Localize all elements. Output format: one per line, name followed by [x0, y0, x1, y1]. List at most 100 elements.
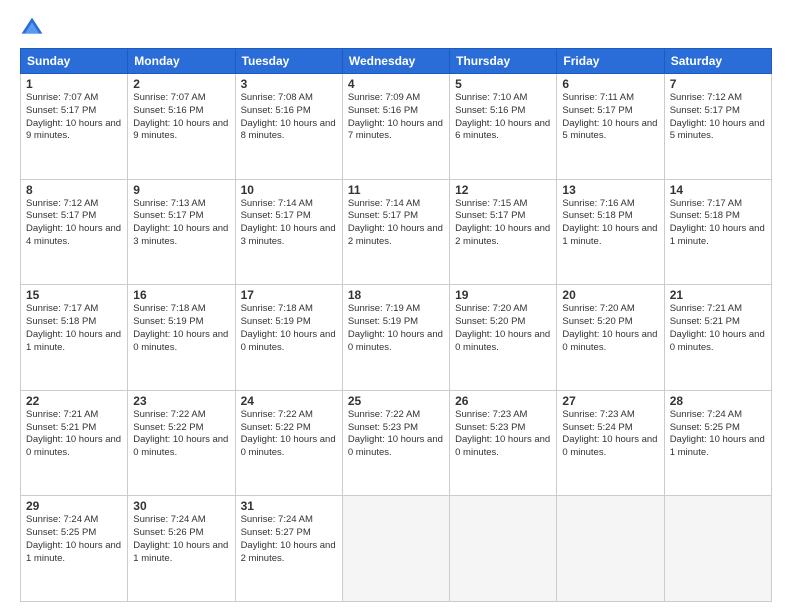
calendar-cell: 20Sunrise: 7:20 AMSunset: 5:20 PMDayligh…: [557, 285, 664, 391]
calendar-cell: 7Sunrise: 7:12 AMSunset: 5:17 PMDaylight…: [664, 74, 771, 180]
day-number: 10: [241, 183, 337, 197]
calendar-week-3: 15Sunrise: 7:17 AMSunset: 5:18 PMDayligh…: [21, 285, 772, 391]
day-number: 6: [562, 77, 658, 91]
day-info: Sunrise: 7:12 AMSunset: 5:17 PMDaylight:…: [670, 92, 765, 141]
calendar-header-thursday: Thursday: [450, 49, 557, 74]
calendar-cell: 5Sunrise: 7:10 AMSunset: 5:16 PMDaylight…: [450, 74, 557, 180]
calendar-cell: 26Sunrise: 7:23 AMSunset: 5:23 PMDayligh…: [450, 390, 557, 496]
calendar-cell: 10Sunrise: 7:14 AMSunset: 5:17 PMDayligh…: [235, 179, 342, 285]
day-number: 18: [348, 288, 444, 302]
day-number: 24: [241, 394, 337, 408]
calendar-week-4: 22Sunrise: 7:21 AMSunset: 5:21 PMDayligh…: [21, 390, 772, 496]
calendar-cell: 1Sunrise: 7:07 AMSunset: 5:17 PMDaylight…: [21, 74, 128, 180]
calendar-cell: 11Sunrise: 7:14 AMSunset: 5:17 PMDayligh…: [342, 179, 449, 285]
calendar-cell: 18Sunrise: 7:19 AMSunset: 5:19 PMDayligh…: [342, 285, 449, 391]
calendar-cell: 2Sunrise: 7:07 AMSunset: 5:16 PMDaylight…: [128, 74, 235, 180]
day-number: 30: [133, 499, 229, 513]
day-info: Sunrise: 7:09 AMSunset: 5:16 PMDaylight:…: [348, 92, 443, 141]
day-number: 1: [26, 77, 122, 91]
calendar-cell: 15Sunrise: 7:17 AMSunset: 5:18 PMDayligh…: [21, 285, 128, 391]
day-number: 3: [241, 77, 337, 91]
calendar-cell: 22Sunrise: 7:21 AMSunset: 5:21 PMDayligh…: [21, 390, 128, 496]
day-info: Sunrise: 7:17 AMSunset: 5:18 PMDaylight:…: [26, 303, 121, 352]
day-number: 15: [26, 288, 122, 302]
calendar-header-tuesday: Tuesday: [235, 49, 342, 74]
day-info: Sunrise: 7:13 AMSunset: 5:17 PMDaylight:…: [133, 198, 228, 247]
day-info: Sunrise: 7:14 AMSunset: 5:17 PMDaylight:…: [241, 198, 336, 247]
calendar-cell: 14Sunrise: 7:17 AMSunset: 5:18 PMDayligh…: [664, 179, 771, 285]
day-info: Sunrise: 7:07 AMSunset: 5:16 PMDaylight:…: [133, 92, 228, 141]
header: [20, 16, 772, 40]
calendar-cell: 28Sunrise: 7:24 AMSunset: 5:25 PMDayligh…: [664, 390, 771, 496]
day-info: Sunrise: 7:21 AMSunset: 5:21 PMDaylight:…: [26, 409, 121, 458]
day-number: 28: [670, 394, 766, 408]
calendar-cell: 30Sunrise: 7:24 AMSunset: 5:26 PMDayligh…: [128, 496, 235, 602]
calendar-header-saturday: Saturday: [664, 49, 771, 74]
day-info: Sunrise: 7:24 AMSunset: 5:27 PMDaylight:…: [241, 514, 336, 563]
day-info: Sunrise: 7:24 AMSunset: 5:25 PMDaylight:…: [670, 409, 765, 458]
day-number: 7: [670, 77, 766, 91]
day-number: 27: [562, 394, 658, 408]
calendar-header-sunday: Sunday: [21, 49, 128, 74]
day-number: 12: [455, 183, 551, 197]
calendar-cell: [342, 496, 449, 602]
calendar-header-friday: Friday: [557, 49, 664, 74]
day-number: 29: [26, 499, 122, 513]
logo-icon: [20, 16, 44, 40]
calendar-header-monday: Monday: [128, 49, 235, 74]
calendar-cell: 8Sunrise: 7:12 AMSunset: 5:17 PMDaylight…: [21, 179, 128, 285]
day-info: Sunrise: 7:07 AMSunset: 5:17 PMDaylight:…: [26, 92, 121, 141]
day-number: 13: [562, 183, 658, 197]
calendar-cell: 23Sunrise: 7:22 AMSunset: 5:22 PMDayligh…: [128, 390, 235, 496]
day-info: Sunrise: 7:20 AMSunset: 5:20 PMDaylight:…: [562, 303, 657, 352]
day-info: Sunrise: 7:20 AMSunset: 5:20 PMDaylight:…: [455, 303, 550, 352]
day-info: Sunrise: 7:11 AMSunset: 5:17 PMDaylight:…: [562, 92, 657, 141]
calendar-cell: 25Sunrise: 7:22 AMSunset: 5:23 PMDayligh…: [342, 390, 449, 496]
day-number: 4: [348, 77, 444, 91]
day-info: Sunrise: 7:12 AMSunset: 5:17 PMDaylight:…: [26, 198, 121, 247]
calendar-cell: 9Sunrise: 7:13 AMSunset: 5:17 PMDaylight…: [128, 179, 235, 285]
day-info: Sunrise: 7:19 AMSunset: 5:19 PMDaylight:…: [348, 303, 443, 352]
calendar-cell: [557, 496, 664, 602]
day-number: 22: [26, 394, 122, 408]
calendar-cell: 16Sunrise: 7:18 AMSunset: 5:19 PMDayligh…: [128, 285, 235, 391]
day-info: Sunrise: 7:08 AMSunset: 5:16 PMDaylight:…: [241, 92, 336, 141]
day-info: Sunrise: 7:22 AMSunset: 5:22 PMDaylight:…: [241, 409, 336, 458]
day-number: 8: [26, 183, 122, 197]
calendar-table: SundayMondayTuesdayWednesdayThursdayFrid…: [20, 48, 772, 602]
calendar-cell: 17Sunrise: 7:18 AMSunset: 5:19 PMDayligh…: [235, 285, 342, 391]
calendar-cell: [664, 496, 771, 602]
calendar-cell: 24Sunrise: 7:22 AMSunset: 5:22 PMDayligh…: [235, 390, 342, 496]
day-info: Sunrise: 7:23 AMSunset: 5:24 PMDaylight:…: [562, 409, 657, 458]
calendar-cell: 29Sunrise: 7:24 AMSunset: 5:25 PMDayligh…: [21, 496, 128, 602]
day-number: 9: [133, 183, 229, 197]
day-number: 16: [133, 288, 229, 302]
calendar-page: SundayMondayTuesdayWednesdayThursdayFrid…: [0, 0, 792, 612]
day-info: Sunrise: 7:10 AMSunset: 5:16 PMDaylight:…: [455, 92, 550, 141]
day-number: 26: [455, 394, 551, 408]
day-number: 19: [455, 288, 551, 302]
logo: [20, 16, 48, 40]
calendar-week-1: 1Sunrise: 7:07 AMSunset: 5:17 PMDaylight…: [21, 74, 772, 180]
day-info: Sunrise: 7:21 AMSunset: 5:21 PMDaylight:…: [670, 303, 765, 352]
day-info: Sunrise: 7:22 AMSunset: 5:23 PMDaylight:…: [348, 409, 443, 458]
calendar-cell: 12Sunrise: 7:15 AMSunset: 5:17 PMDayligh…: [450, 179, 557, 285]
day-info: Sunrise: 7:15 AMSunset: 5:17 PMDaylight:…: [455, 198, 550, 247]
day-info: Sunrise: 7:22 AMSunset: 5:22 PMDaylight:…: [133, 409, 228, 458]
day-number: 23: [133, 394, 229, 408]
day-number: 17: [241, 288, 337, 302]
day-info: Sunrise: 7:23 AMSunset: 5:23 PMDaylight:…: [455, 409, 550, 458]
day-info: Sunrise: 7:18 AMSunset: 5:19 PMDaylight:…: [241, 303, 336, 352]
day-info: Sunrise: 7:14 AMSunset: 5:17 PMDaylight:…: [348, 198, 443, 247]
calendar-cell: 27Sunrise: 7:23 AMSunset: 5:24 PMDayligh…: [557, 390, 664, 496]
day-number: 5: [455, 77, 551, 91]
day-number: 20: [562, 288, 658, 302]
day-info: Sunrise: 7:17 AMSunset: 5:18 PMDaylight:…: [670, 198, 765, 247]
calendar-cell: 3Sunrise: 7:08 AMSunset: 5:16 PMDaylight…: [235, 74, 342, 180]
day-info: Sunrise: 7:24 AMSunset: 5:25 PMDaylight:…: [26, 514, 121, 563]
calendar-cell: 6Sunrise: 7:11 AMSunset: 5:17 PMDaylight…: [557, 74, 664, 180]
calendar-week-2: 8Sunrise: 7:12 AMSunset: 5:17 PMDaylight…: [21, 179, 772, 285]
calendar-header-wednesday: Wednesday: [342, 49, 449, 74]
day-info: Sunrise: 7:16 AMSunset: 5:18 PMDaylight:…: [562, 198, 657, 247]
calendar-cell: 31Sunrise: 7:24 AMSunset: 5:27 PMDayligh…: [235, 496, 342, 602]
